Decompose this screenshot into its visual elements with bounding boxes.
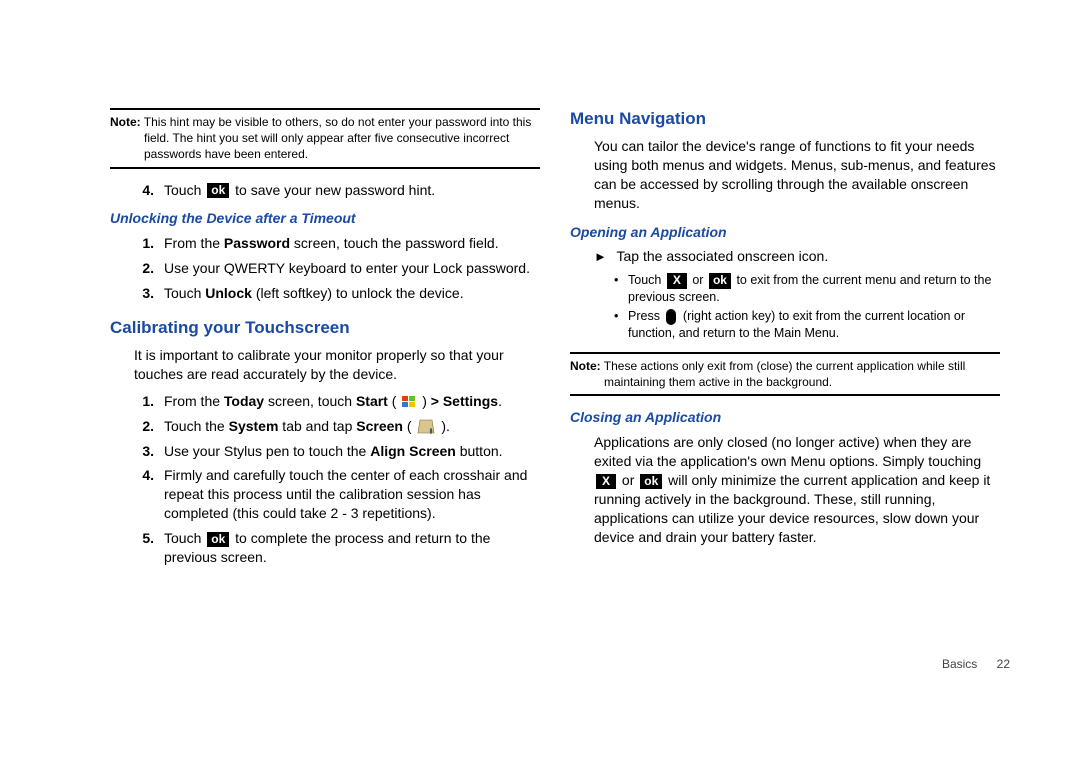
calibrate-paragraph: It is important to calibrate your monito…: [134, 346, 540, 384]
note-label: Note:: [110, 115, 141, 129]
step-body: Touch ok to save your new password hint.: [164, 181, 540, 200]
step-number: 4.: [110, 466, 164, 523]
heading-menu-nav: Menu Navigation: [570, 108, 1000, 131]
step-save-hint: 4. Touch ok to save your new password hi…: [110, 181, 540, 200]
bold-text: Settings: [443, 393, 498, 409]
text: Applications are only closed (no longer …: [594, 434, 981, 469]
step-body: From the Today screen, touch Start ( ) >…: [164, 392, 540, 411]
ok-icon: ok: [709, 273, 731, 288]
tap-line: ► Tap the associated onscreen icon.: [594, 247, 1000, 266]
calibrate-step-5: 5. Touch ok to complete the process and …: [110, 529, 540, 567]
text: Tap the associated onscreen icon.: [617, 248, 829, 264]
unlock-step-1: 1. From the Password screen, touch the p…: [110, 234, 540, 253]
note-text: These actions only exit from (close) the…: [604, 359, 966, 389]
bold-text: Screen: [356, 418, 403, 434]
close-paragraph: Applications are only closed (no longer …: [594, 433, 1000, 546]
step-body: From the Password screen, touch the pass…: [164, 234, 540, 253]
bullet-dot: •: [614, 272, 628, 306]
ok-icon: ok: [640, 474, 662, 489]
text: or: [692, 273, 707, 287]
step-body: Touch the System tab and tap Screen ( ).: [164, 417, 540, 436]
arrow-icon: ►: [594, 248, 607, 266]
text: ): [422, 393, 431, 409]
calibrate-step-3: 3. Use your Stylus pen to touch the Alig…: [110, 442, 540, 461]
footer-page-number: 22: [997, 657, 1010, 671]
note-box-password-hint: Note: This hint may be visible to others…: [110, 108, 540, 169]
windows-logo-icon: [402, 396, 416, 408]
text: screen, touch: [264, 393, 356, 409]
step-body: Touch Unlock (left softkey) to unlock th…: [164, 284, 540, 303]
subheading-opening-app: Opening an Application: [570, 223, 1000, 242]
left-column: Note: This hint may be visible to others…: [110, 108, 540, 741]
calibrate-step-4: 4. Firmly and carefully touch the center…: [110, 466, 540, 523]
bullet-touch-exit: • Touch X or ok to exit from the current…: [614, 272, 1000, 306]
subheading-unlock: Unlocking the Device after a Timeout: [110, 209, 540, 228]
bold-text: Start: [356, 393, 388, 409]
text: or: [622, 472, 638, 488]
text: to save your new password hint.: [235, 182, 435, 198]
step-body: Firmly and carefully touch the center of…: [164, 466, 540, 523]
step-body: Use your Stylus pen to touch the Align S…: [164, 442, 540, 461]
bold-text: Align Screen: [370, 443, 456, 459]
step-number: 1.: [110, 234, 164, 253]
note-box-exit: Note: These actions only exit from (clos…: [570, 352, 1000, 396]
bullet-body: Touch X or ok to exit from the current m…: [628, 272, 1000, 306]
step-number: 5.: [110, 529, 164, 567]
note-label: Note:: [570, 359, 601, 373]
note-text: This hint may be visible to others, so d…: [144, 115, 532, 161]
text: Touch: [164, 182, 205, 198]
ok-icon: ok: [207, 183, 229, 198]
step-number: 3.: [110, 284, 164, 303]
text: button.: [456, 443, 503, 459]
bullet-dot: •: [614, 308, 628, 342]
menu-paragraph: You can tailor the device's range of fun…: [594, 137, 1000, 213]
text: (: [388, 393, 400, 409]
text: tab and tap: [278, 418, 356, 434]
bullet-press-exit: • Press (right action key) to exit from …: [614, 308, 1000, 342]
text: Touch: [628, 273, 665, 287]
ok-icon: ok: [207, 532, 229, 547]
bold-text: Today: [224, 393, 264, 409]
text: Use your Stylus pen to touch the: [164, 443, 370, 459]
bold-text: Unlock: [205, 285, 252, 301]
calibrate-step-1: 1. From the Today screen, touch Start ( …: [110, 392, 540, 411]
calibrate-step-2: 2. Touch the System tab and tap Screen (…: [110, 417, 540, 436]
bold-text: Password: [224, 235, 290, 251]
unlock-step-3: 3. Touch Unlock (left softkey) to unlock…: [110, 284, 540, 303]
text: (left softkey) to unlock the device.: [252, 285, 464, 301]
step-body: Use your QWERTY keyboard to enter your L…: [164, 259, 540, 278]
text: screen, touch the password field.: [290, 235, 499, 251]
screen-icon: [417, 419, 435, 435]
heading-calibrate: Calibrating your Touchscreen: [110, 317, 540, 340]
footer-section: Basics: [942, 657, 977, 671]
page: Note: This hint may be visible to others…: [0, 0, 1080, 771]
unlock-step-2: 2. Use your QWERTY keyboard to enter you…: [110, 259, 540, 278]
right-action-key-icon: [666, 309, 676, 325]
step-number: 4.: [110, 181, 164, 200]
bold-text: >: [431, 393, 443, 409]
text: From the: [164, 235, 224, 251]
step-number: 2.: [110, 417, 164, 436]
text: Touch: [164, 285, 205, 301]
right-column: Menu Navigation You can tailor the devic…: [570, 108, 1000, 741]
x-icon: X: [667, 273, 687, 288]
step-number: 3.: [110, 442, 164, 461]
text: ).: [441, 418, 450, 434]
bullet-body: Press (right action key) to exit from th…: [628, 308, 1000, 342]
text: Touch the: [164, 418, 229, 434]
text: .: [498, 393, 502, 409]
step-number: 1.: [110, 392, 164, 411]
step-number: 2.: [110, 259, 164, 278]
page-footer: Basics 22: [942, 657, 1010, 671]
text: (: [403, 418, 415, 434]
x-icon: X: [596, 474, 616, 489]
text: (right action key) to exit from the curr…: [628, 309, 965, 340]
subheading-closing-app: Closing an Application: [570, 408, 1000, 427]
step-body: Touch ok to complete the process and ret…: [164, 529, 540, 567]
text: Press: [628, 309, 663, 323]
text: Touch: [164, 530, 205, 546]
bold-text: System: [229, 418, 279, 434]
text: From the: [164, 393, 224, 409]
